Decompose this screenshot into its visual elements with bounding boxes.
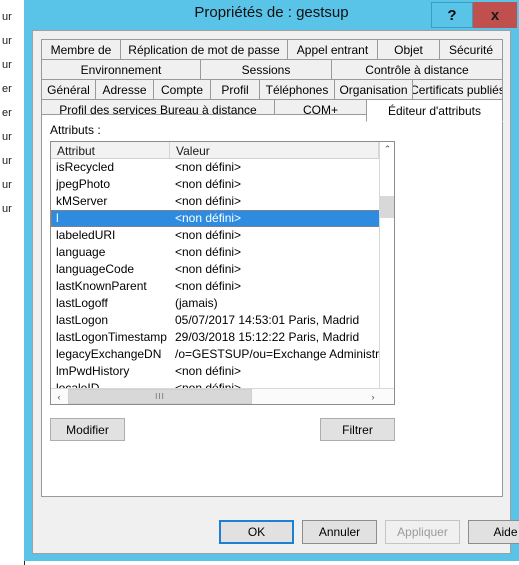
horizontal-scrollbar-thumb[interactable]: III — [68, 389, 252, 404]
cell-attribute: language — [56, 245, 106, 259]
table-row[interactable]: jpegPhoto <non défini> — [51, 176, 394, 193]
attributes-listview[interactable]: Attribut Valeur isRecycled <non défini> jpe… — [50, 141, 395, 405]
cell-attribute: labeledURI — [56, 228, 116, 242]
apply-button: Appliquer — [385, 520, 460, 544]
tab-r-plication-de-mot-de-passe[interactable]: Réplication de mot de passe — [120, 39, 288, 60]
background-window: ur ur ur er er ur ur ur ur — [0, 0, 25, 565]
vertical-scrollbar[interactable]: ⌃ ⌄ — [379, 142, 394, 404]
tab-profil[interactable]: Profil — [210, 79, 260, 100]
tab-sessions[interactable]: Sessions — [200, 59, 332, 80]
cell-value: (jamais) — [175, 296, 218, 310]
cell-value: <non défini> — [175, 228, 242, 242]
cell-value: <non défini> — [175, 160, 242, 174]
cell-value: <non défini> — [175, 211, 242, 225]
vertical-scrollbar-thumb[interactable] — [380, 196, 394, 218]
tab-organisation[interactable]: Organisation — [334, 79, 413, 100]
scroll-up-icon[interactable]: ⌃ — [380, 142, 394, 157]
column-header-valeur[interactable]: Valeur — [170, 142, 379, 159]
tab-compte[interactable]: Compte — [153, 79, 211, 100]
help-button-footer[interactable]: Aide — [468, 520, 519, 544]
tab-certificats-publi-s[interactable]: Certificats publiés — [412, 79, 503, 100]
cell-attribute: lastLogoff — [56, 296, 108, 310]
cell-attribute: lmPwdHistory — [56, 364, 130, 378]
tab-diteur-d-attributs[interactable]: Éditeur d'attributs — [366, 99, 503, 122]
tab-row-3: Général Adresse Compte Profil Téléphones Orga… — [41, 79, 503, 100]
background-text-fragment: er — [2, 83, 12, 95]
tab-adresse[interactable]: Adresse — [95, 79, 154, 100]
cell-value: <non défini> — [175, 245, 242, 259]
table-row[interactable]: lastLogon 05/07/2017 14:53:01 Paris, Madr… — [51, 312, 394, 329]
cell-value: 05/07/2017 14:53:01 Paris, Madrid — [175, 313, 360, 327]
tab-t-l-phones[interactable]: Téléphones — [259, 79, 335, 100]
tab-strip: Membre de Réplication de mot de passe Appe… — [41, 39, 503, 122]
table-row[interactable]: l <non défini> — [51, 210, 394, 227]
table-row[interactable]: legacyExchangeDN/o=GESTSUP/ou=Exchange A… — [51, 346, 394, 363]
tab-row-1: Membre de Réplication de mot de passe Appe… — [41, 39, 503, 60]
background-text-fragment: er — [2, 107, 12, 119]
tab-row-2: Environnement Sessions Contrôle à distance — [41, 59, 503, 80]
properties-dialog: Propriétés de : gestsup ? x Membre de Rép… — [24, 0, 519, 561]
cell-attribute: lastLogon — [56, 313, 109, 327]
cell-value: <non défini> — [175, 177, 242, 191]
table-row[interactable]: languageCode <non défini> — [51, 261, 394, 278]
scroll-left-icon[interactable]: ‹ — [51, 389, 67, 404]
background-text-fragment: ur — [2, 35, 12, 47]
tab-contr-le-distance[interactable]: Contrôle à distance — [331, 59, 503, 80]
cell-value: <non défini> — [175, 194, 242, 208]
table-row[interactable]: kMServer <non défini> — [51, 193, 394, 210]
cell-attribute: isRecycled — [56, 160, 115, 174]
cell-attribute: jpegPhoto — [56, 177, 111, 191]
table-row[interactable]: lmPwdHistory <non défini> — [51, 363, 394, 380]
cell-value: <non défini> — [175, 262, 242, 276]
background-text-fragment: ur — [2, 131, 12, 143]
background-text-fragment: ur — [2, 59, 12, 71]
title-bar: Propriétés de : gestsup ? x — [24, 0, 519, 30]
background-text-fragment: ur — [2, 155, 12, 167]
edit-button[interactable]: Modifier — [50, 418, 125, 441]
table-row[interactable]: lastLogonTimestamp 29/03/2018 15:12:22 Pa… — [51, 329, 394, 346]
table-row[interactable]: lastLogoff (jamais) — [51, 295, 394, 312]
table-row[interactable]: isRecycled <non défini> — [51, 159, 394, 176]
tab-s-curit[interactable]: Sécurité — [439, 39, 503, 60]
table-row[interactable]: language <non défini> — [51, 244, 394, 261]
table-row[interactable]: labeledURI <non défini> — [51, 227, 394, 244]
tab-environnement[interactable]: Environnement — [41, 59, 201, 80]
ok-button[interactable]: OK — [219, 520, 294, 544]
column-header-attribut[interactable]: Attribut — [51, 142, 170, 159]
background-text-fragment: ur — [2, 11, 12, 23]
screen: ur ur ur er er ur ur ur ur Propriétés de : gests… — [0, 0, 519, 565]
table-row[interactable]: lastKnownParent <non défini> — [51, 278, 394, 295]
cell-attribute: l — [56, 211, 59, 225]
tab-membre-de[interactable]: Membre de — [41, 39, 121, 60]
cancel-button[interactable]: Annuler — [302, 520, 377, 544]
dialog-footer: OK Annuler Appliquer Aide — [41, 520, 519, 544]
attribute-editor-page: Attributs : Attribut Valeur isRecycled <no… — [41, 114, 503, 497]
cell-value: <non défini> — [175, 279, 242, 293]
cell-attribute: kMServer — [56, 194, 108, 208]
attributes-label: Attributs : — [50, 123, 101, 137]
cell-value: /o=GESTSUP/ou=Exchange Administrative — [175, 347, 379, 361]
cell-attribute: lastKnownParent — [56, 279, 147, 293]
background-text-fragment: ur — [2, 203, 12, 215]
scroll-right-icon[interactable]: › — [365, 389, 381, 404]
help-button[interactable]: ? — [431, 2, 473, 28]
tab-objet[interactable]: Objet — [377, 39, 440, 60]
dialog-client-area: Membre de Réplication de mot de passe Appe… — [32, 30, 519, 554]
listview-header: Attribut Valeur — [51, 142, 394, 159]
horizontal-scrollbar[interactable]: ‹ III › — [51, 388, 394, 404]
filter-button[interactable]: Filtrer — [320, 418, 395, 441]
cell-attribute: legacyExchangeDN — [56, 347, 162, 361]
tab-appel-entrant[interactable]: Appel entrant — [287, 39, 378, 60]
cell-attribute: lastLogonTimestamp — [56, 330, 167, 344]
tab-g-n-ral[interactable]: Général — [41, 79, 96, 100]
cell-attribute: languageCode — [56, 262, 135, 276]
cell-value: 29/03/2018 15:12:22 Paris, Madrid — [175, 330, 360, 344]
background-text-fragment: ur — [2, 179, 12, 191]
listview-body[interactable]: isRecycled <non défini> jpegPhoto <non défi… — [51, 159, 394, 389]
close-button[interactable]: x — [473, 2, 517, 28]
cell-value: <non défini> — [175, 364, 242, 378]
